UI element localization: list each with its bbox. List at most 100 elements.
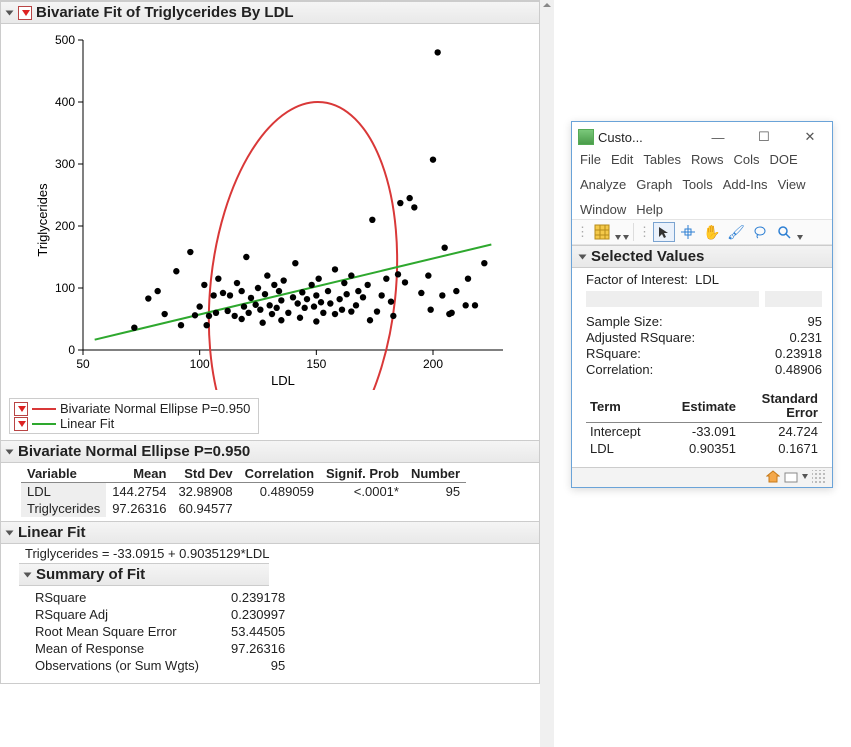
legend: Bivariate Normal Ellipse P=0.950 Linear … (9, 398, 259, 434)
terms-table: Term Estimate StandardError Intercept-33… (586, 391, 822, 457)
col-header: Number (405, 465, 466, 483)
table-row: Mean of Response97.26316 (35, 641, 285, 656)
hand-tool-icon[interactable]: ✋ (701, 222, 723, 242)
resize-grip[interactable] (812, 470, 826, 484)
svg-text:50: 50 (76, 357, 90, 371)
vertical-scrollbar[interactable] (540, 0, 554, 747)
menu-cols[interactable]: Cols (733, 152, 759, 167)
stat-row: Adjusted RSquare:0.231 (586, 330, 822, 345)
table-row: Observations (or Sum Wgts)95 (35, 658, 285, 673)
table-row: Root Mean Square Error53.44505 (35, 624, 285, 639)
disclosure-icon[interactable] (579, 254, 587, 259)
svg-text:150: 150 (306, 357, 326, 371)
titlebar[interactable]: Custo... — ☐ ✕ (572, 122, 832, 150)
lasso-tool-icon[interactable] (749, 222, 771, 242)
section-header-ellipse[interactable]: Bivariate Normal Ellipse P=0.950 (1, 440, 539, 463)
toolbar: ⋮ ⋮ ✋ 🖌 (572, 219, 832, 245)
disclosure-icon[interactable] (24, 572, 32, 577)
menu-doe[interactable]: DOE (769, 152, 797, 167)
selected-values-body: Factor of Interest: LDL Sample Size:95 A… (572, 268, 832, 467)
minimize-button[interactable]: — (700, 126, 736, 148)
factor-value: LDL (695, 272, 719, 287)
home-icon[interactable] (766, 470, 780, 484)
col-header: Correlation (239, 465, 320, 483)
menu-rows[interactable]: Rows (691, 152, 724, 167)
fit-formula: Triglycerides = -33.0915 + 0.9035129*LDL (25, 546, 531, 561)
svg-text:200: 200 (55, 219, 75, 233)
app-icon (578, 129, 594, 145)
crosshair-tool-icon[interactable] (677, 222, 699, 242)
svg-text:300: 300 (55, 157, 75, 171)
table-row: RSquare0.239178 (35, 590, 285, 605)
bivariate-chart[interactable]: Triglycerides LDL 50100150200 0100200300… (33, 30, 513, 390)
stat-row: Sample Size:95 (586, 314, 822, 329)
zoom-tool-icon[interactable] (773, 222, 795, 242)
disclosure-icon[interactable] (6, 449, 14, 454)
svg-text:100: 100 (55, 281, 75, 295)
svg-text:200: 200 (423, 357, 443, 371)
menu-tables[interactable]: Tables (643, 152, 681, 167)
menu-addins[interactable]: Add-Ins (723, 177, 768, 192)
section-title: Bivariate Fit of Triglycerides By LDL (36, 4, 294, 21)
stat-row: RSquare:0.23918 (586, 346, 822, 361)
legend-label: Bivariate Normal Ellipse P=0.950 (60, 401, 250, 416)
red-triangle-icon[interactable] (14, 417, 28, 431)
table-row: LDL 144.2754 32.98908 0.489059 <.0001* 9… (21, 483, 466, 501)
menu-edit[interactable]: Edit (611, 152, 633, 167)
col-header: Signif. Prob (320, 465, 405, 483)
red-triangle-icon[interactable] (14, 402, 28, 416)
summary-of-fit-table: RSquare0.239178 RSquare Adj0.230997 Root… (33, 588, 287, 675)
legend-label: Linear Fit (60, 416, 114, 431)
brush-tool-icon[interactable]: 🖌 (725, 222, 747, 242)
maximize-button[interactable]: ☐ (746, 126, 782, 148)
dropdown-icon[interactable] (615, 235, 621, 240)
section-header-selvals[interactable]: Selected Values (572, 245, 832, 268)
box-icon[interactable] (784, 470, 798, 484)
legend-ellipse-row[interactable]: Bivariate Normal Ellipse P=0.950 (14, 401, 254, 416)
disclosure-icon[interactable] (6, 530, 14, 535)
arrow-tool-icon[interactable] (653, 222, 675, 242)
floating-window[interactable]: Custo... — ☐ ✕ File Edit Tables Rows Col… (571, 121, 833, 488)
menu-tools[interactable]: Tools (682, 177, 712, 192)
legend-swatch-red (32, 408, 56, 410)
menu-help[interactable]: Help (636, 202, 663, 217)
svg-text:500: 500 (55, 33, 75, 47)
dropdown-icon[interactable] (802, 474, 808, 479)
col-header: Mean (106, 465, 172, 483)
legend-linear-row[interactable]: Linear Fit (14, 416, 254, 431)
menu-view[interactable]: View (778, 177, 806, 192)
ellipse-stats-table: Variable Mean Std Dev Correlation Signif… (21, 465, 466, 517)
stat-row: Correlation:0.48906 (586, 362, 822, 377)
section-title: Bivariate Normal Ellipse P=0.950 (18, 443, 250, 460)
svg-text:Triglycerides: Triglycerides (35, 183, 50, 257)
red-triangle-icon[interactable] (18, 6, 32, 20)
close-button[interactable]: ✕ (792, 126, 828, 148)
section-header-sof[interactable]: Summary of Fit (19, 563, 269, 586)
grey-placeholder (765, 291, 823, 307)
svg-text:400: 400 (55, 95, 75, 109)
svg-text:100: 100 (190, 357, 210, 371)
menu-analyze[interactable]: Analyze (580, 177, 626, 192)
table-row: LDL0.903510.1671 (586, 440, 822, 457)
menu-file[interactable]: File (580, 152, 601, 167)
table-row: Triglycerides 97.26316 60.94577 (21, 500, 466, 517)
menubar: File Edit Tables Rows Cols DOE Analyze G… (572, 150, 832, 219)
table-row: Intercept-33.09124.724 (586, 422, 822, 440)
section-title: Summary of Fit (36, 566, 145, 583)
menu-window[interactable]: Window (580, 202, 626, 217)
scroll-up-icon[interactable] (541, 0, 553, 8)
grey-placeholder (586, 291, 759, 307)
statusbar (572, 467, 832, 487)
section-header-main[interactable]: Bivariate Fit of Triglycerides By LDL (1, 1, 539, 24)
chart-area: Triglycerides LDL 50100150200 0100200300… (1, 24, 539, 394)
tool-grid-icon[interactable] (591, 222, 613, 242)
section-header-linearfit[interactable]: Linear Fit (1, 521, 539, 544)
dropdown-icon[interactable] (623, 235, 629, 240)
dropdown-icon[interactable] (797, 235, 803, 240)
col-header: StandardError (740, 391, 822, 422)
disclosure-icon[interactable] (6, 10, 14, 15)
menu-graph[interactable]: Graph (636, 177, 672, 192)
legend-swatch-green (32, 423, 56, 425)
col-header: Variable (21, 465, 106, 483)
col-header: Term (586, 391, 661, 422)
